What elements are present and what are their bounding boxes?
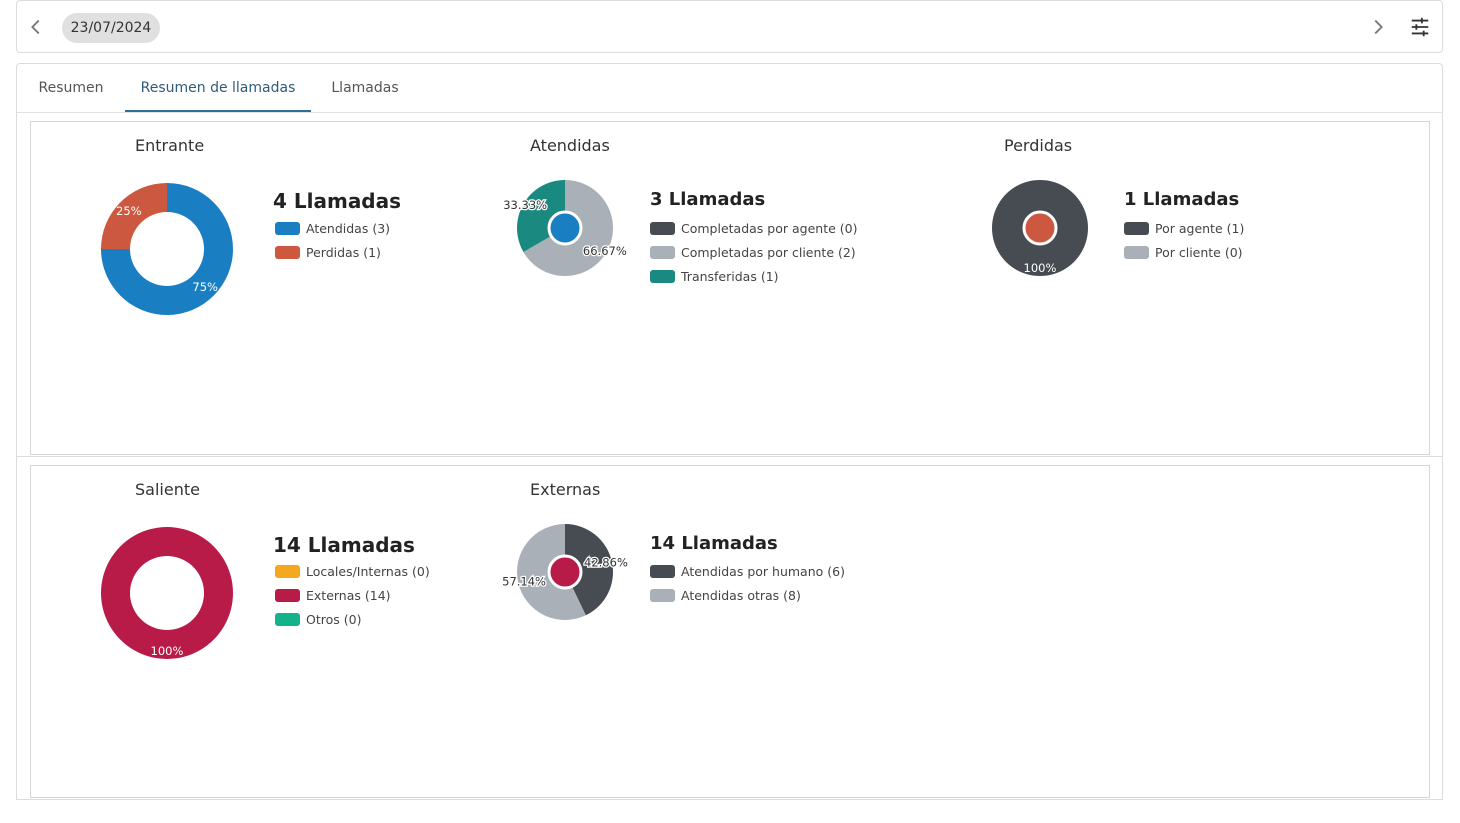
legend-label: Perdidas (1) [306,244,381,260]
tab-label: Resumen [38,80,104,96]
tab-label: Resumen de llamadas [140,80,296,96]
chevron-right-icon[interactable] [1367,16,1389,38]
pie-percent-label: 33.33% [503,198,547,212]
perdidas-pie-chart: 100% [992,180,1089,276]
tab-bar: Resumen Resumen de llamadas Llamadas [16,63,1443,113]
legend-item[interactable]: Otros (0) [275,607,430,631]
legend-entrante: Atendidas (3) Perdidas (1) [275,216,390,264]
legend-atendidas: Completadas por agente (0) Completadas po… [650,216,857,288]
pie-center-dot [1022,210,1058,246]
legend-swatch [275,221,300,235]
legend-swatch [275,588,300,602]
total-entrante: 4 Llamadas [273,189,402,213]
total-saliente: 14 Llamadas [273,533,415,557]
chart-title-externas: Externas [530,480,601,499]
legend-swatch [1124,245,1149,259]
incoming-panel: Entrante 75% 25% 4 Llamadas Atendidas (3)… [30,121,1430,455]
pie-percent-label: 100% [1024,261,1057,275]
saliente-donut-chart: 100% [100,527,233,659]
legend-saliente: Locales/Internas (0) Externas (14) Otros (… [275,559,430,631]
active-tab-indicator [125,110,311,112]
legend-label: Externas (14) [306,587,391,603]
chart-title-perdidas: Perdidas [1004,136,1073,155]
pie-center-dot [547,554,583,590]
legend-item[interactable]: Perdidas (1) [275,240,390,264]
legend-swatch [650,245,675,259]
pie-percent-label: 57.14% [502,574,546,588]
pie-slice [100,527,233,659]
legend-label: Completadas por cliente (2) [681,244,856,260]
tab-resumen-de-llamadas[interactable]: Resumen de llamadas [125,64,311,112]
chart-title-atendidas: Atendidas [530,136,610,155]
entrante-donut-chart: 75% 25% [101,183,233,315]
legend-item[interactable]: Completadas por cliente (2) [650,240,857,264]
outgoing-panel: Saliente 100% 14 Llamadas Locales/Intern… [30,465,1430,798]
legend-label: Locales/Internas (0) [306,563,430,579]
total-atendidas: 3 Llamadas [650,189,766,210]
legend-swatch [650,221,675,235]
legend-label: Atendidas (3) [306,220,391,236]
pie-percent-label: 42.86% [584,556,628,570]
pie-center-dot [547,210,583,246]
legend-label: Atendidas otras (8) [681,587,801,603]
pie-percent-label: 100% [151,644,184,658]
legend-item[interactable]: Por cliente (0) [1124,240,1244,264]
legend-item[interactable]: Completadas por agente (0) [650,216,857,240]
legend-item[interactable]: Atendidas otras (8) [650,583,845,607]
legend-item[interactable]: Atendidas por humano (6) [650,559,845,583]
chevron-left-icon[interactable] [25,16,47,38]
total-externas: 14 Llamadas [650,533,778,554]
atendidas-pie-chart: 66.67% 33.33% [502,180,628,276]
legend-item[interactable]: Por agente (1) [1124,216,1244,240]
legend-item[interactable]: Transferidas (1) [650,264,857,288]
pie-percent-label: 25% [116,204,142,218]
legend-label: Por cliente (0) [1155,244,1243,260]
legend-label: Por agente (1) [1155,220,1245,236]
legend-label: Completadas por agente (0) [681,220,858,236]
pie-percent-label: 66.67% [583,244,627,258]
chart-title-saliente: Saliente [135,480,200,499]
pie-percent-label: 75% [192,280,218,294]
incoming-section: Entrante 75% 25% 4 Llamadas Atendidas (3)… [16,113,1443,457]
legend-swatch [1124,221,1149,235]
legend-item[interactable]: Externas (14) [275,583,430,607]
legend-swatch [650,588,675,602]
total-perdidas: 1 Llamadas [1124,189,1240,210]
legend-label: Otros (0) [306,611,362,627]
legend-swatch [275,245,300,259]
legend-item[interactable]: Locales/Internas (0) [275,559,430,583]
legend-swatch [650,564,675,578]
chart-title-entrante: Entrante [135,136,205,155]
legend-swatch [275,564,300,578]
legend-item[interactable]: Atendidas (3) [275,216,390,240]
legend-externas: Atendidas por humano (6) Atendidas otras … [650,559,845,607]
date-toolbar: 23/07/2024 [16,0,1443,53]
tab-label: Llamadas [331,80,399,96]
tab-llamadas[interactable]: Llamadas [311,64,419,112]
legend-swatch [650,269,675,283]
tab-resumen[interactable]: Resumen [17,64,125,112]
legend-swatch [275,612,300,626]
externas-pie-chart: 42.86% 57.14% [501,524,629,620]
tune-sliders-icon[interactable] [1409,16,1431,38]
legend-label: Transferidas (1) [681,268,779,284]
legend-label: Atendidas por humano (6) [681,563,845,579]
date-chip[interactable]: 23/07/2024 [62,13,160,43]
outgoing-section: Saliente 100% 14 Llamadas Locales/Intern… [16,457,1443,800]
legend-perdidas: Por agente (1) Por cliente (0) [1124,216,1244,264]
